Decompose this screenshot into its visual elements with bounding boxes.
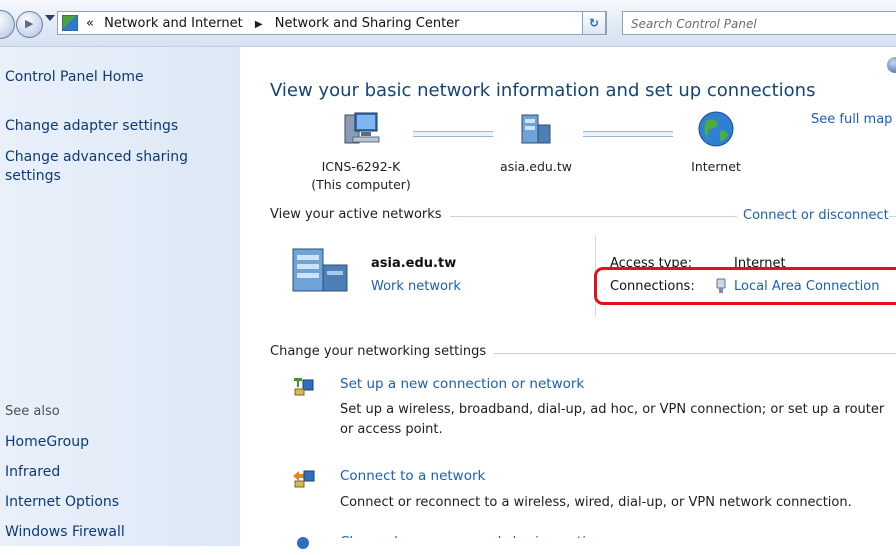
- computer-name: ICNS-6292-K: [321, 159, 401, 174]
- recent-pages-dropdown-icon[interactable]: [45, 15, 55, 21]
- globe-icon: [698, 111, 734, 147]
- sidebar-link-infrared[interactable]: Infrared: [5, 463, 60, 482]
- map-node-network[interactable]: asia.edu.tw: [481, 109, 591, 176]
- sidebar: Control Panel Home Change adapter settin…: [0, 47, 240, 546]
- sidebar-link-windows-firewall[interactable]: Windows Firewall: [5, 523, 125, 542]
- breadcrumb-overflow[interactable]: «: [86, 16, 94, 31]
- page-title: View your basic network information and …: [270, 80, 816, 101]
- network-building-icon: [521, 114, 551, 144]
- computer-caption: (This computer): [311, 177, 411, 192]
- help-icon[interactable]: [887, 57, 896, 73]
- sidebar-link-change-adapter-settings[interactable]: Change adapter settings: [5, 117, 178, 136]
- connect-to-network-description: Connect or reconnect to a wireless, wire…: [340, 495, 852, 510]
- network-name: asia.edu.tw: [500, 159, 572, 174]
- main-content: View your basic network information and …: [241, 47, 896, 549]
- see-also-heading: See also: [5, 404, 60, 419]
- network-type-link[interactable]: Work network: [371, 279, 461, 294]
- network-building-icon: [292, 248, 348, 292]
- search-input[interactable]: [629, 14, 883, 34]
- breadcrumb-network-and-internet[interactable]: Network and Internet: [104, 16, 243, 31]
- see-full-map-link[interactable]: See full map: [811, 112, 892, 127]
- homegroup-sharing-link[interactable]: Choose homegroup and sharing options: [340, 534, 610, 538]
- breadcrumb: « Network and Internet ▶ Network and Sha…: [86, 16, 460, 31]
- breadcrumb-network-and-sharing-center[interactable]: Network and Sharing Center: [275, 16, 460, 31]
- sidebar-link-internet-options[interactable]: Internet Options: [5, 493, 119, 512]
- sidebar-link-change-advanced-sharing[interactable]: Change advanced sharing settings: [5, 148, 205, 186]
- active-networks-heading: View your active networks: [270, 207, 450, 222]
- search-box[interactable]: [622, 11, 896, 35]
- highlight-annotation: [594, 267, 896, 305]
- active-network-name: asia.edu.tw: [371, 256, 457, 271]
- forward-arrow-icon: ▶: [25, 17, 34, 30]
- computer-icon: [344, 112, 380, 144]
- control-panel-icon: [62, 15, 78, 31]
- map-connector: [583, 131, 673, 137]
- sidebar-link-control-panel-home[interactable]: Control Panel Home: [5, 68, 144, 87]
- refresh-icon: ↻: [588, 16, 600, 30]
- address-bar: ▶ « Network and Internet ▶ Network and S…: [0, 0, 896, 47]
- setup-connection-link[interactable]: Set up a new connection or network: [340, 376, 584, 392]
- forward-button[interactable]: ▶: [16, 11, 43, 38]
- map-node-internet[interactable]: Internet: [666, 109, 766, 176]
- connect-or-disconnect-link[interactable]: Connect or disconnect: [737, 208, 889, 223]
- breadcrumb-arrow-icon[interactable]: ▶: [255, 19, 263, 30]
- map-node-computer[interactable]: ICNS-6292-K (This computer): [301, 109, 421, 194]
- connect-network-icon: [293, 470, 315, 488]
- internet-label: Internet: [691, 159, 741, 174]
- new-connection-icon: [294, 378, 314, 396]
- refresh-button[interactable]: ↻: [582, 11, 606, 35]
- connect-to-network-link[interactable]: Connect to a network: [340, 468, 485, 484]
- networking-settings-heading: Change your networking settings: [270, 344, 495, 359]
- back-button[interactable]: [0, 10, 15, 39]
- sidebar-link-homegroup[interactable]: HomeGroup: [5, 433, 89, 452]
- address-path-box[interactable]: « Network and Internet ▶ Network and Sha…: [57, 11, 607, 35]
- homegroup-icon: [297, 537, 309, 549]
- setup-connection-description: Set up a wireless, broadband, dial-up, a…: [340, 402, 885, 437]
